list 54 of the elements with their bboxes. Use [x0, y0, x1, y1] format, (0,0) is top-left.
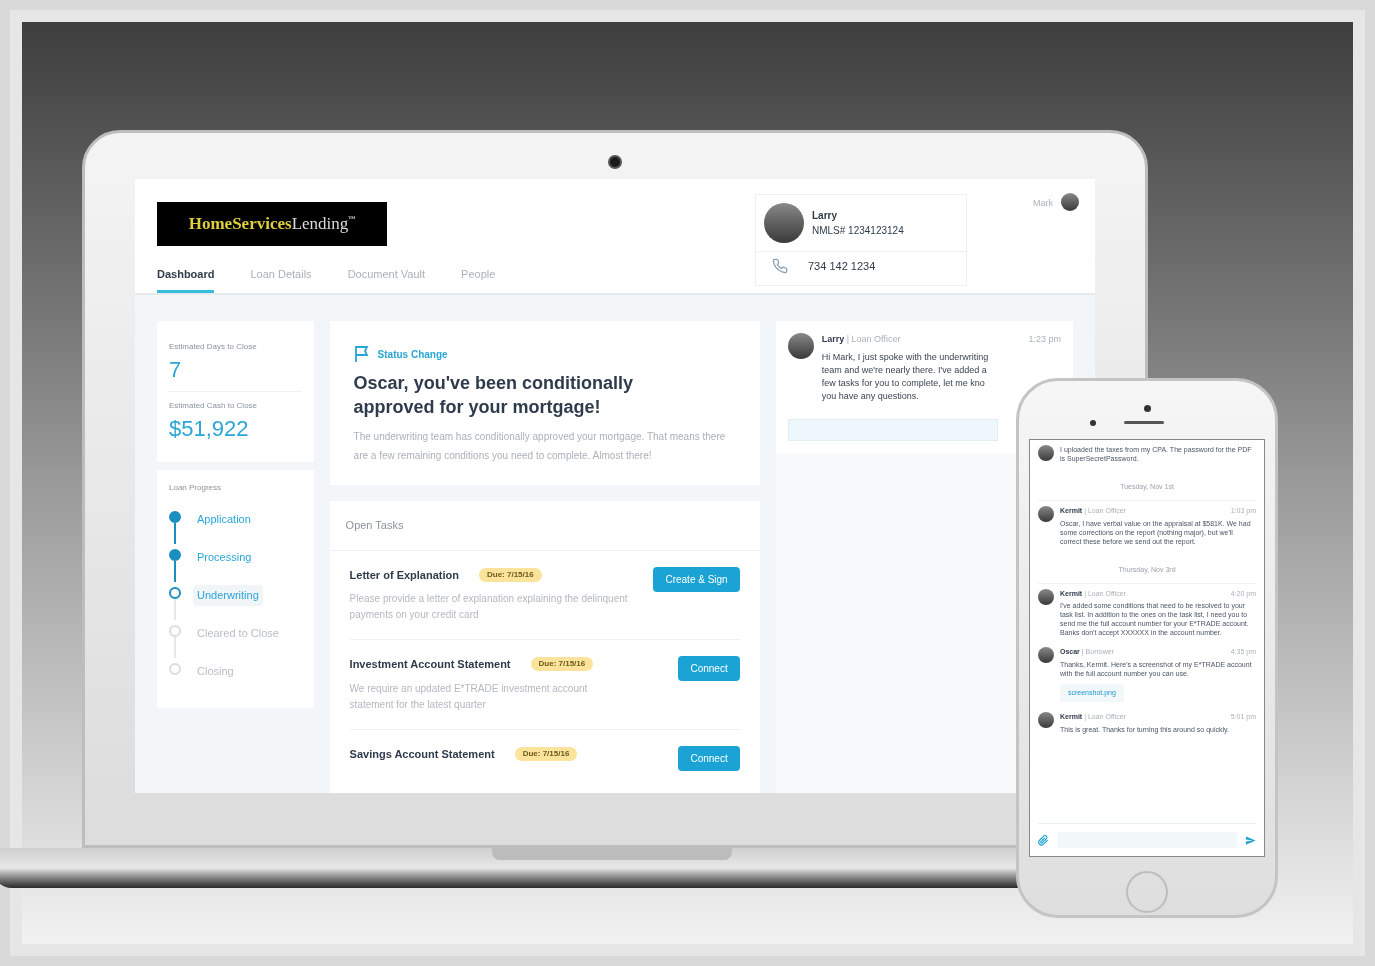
nav-tab[interactable]: People — [461, 265, 496, 293]
flag-icon — [353, 345, 370, 363]
task-title: Savings Account Statement — [349, 746, 495, 762]
home-button[interactable] — [1126, 871, 1168, 913]
avatar — [1038, 712, 1054, 728]
phone-icon — [772, 258, 788, 275]
task-title: Letter of Explanation — [349, 567, 459, 583]
phone-camera-icon — [1143, 404, 1151, 412]
paperclip-icon[interactable] — [1038, 834, 1049, 846]
message-text: Hi Mark, I just spoke with the underwriting team and we're nearly there. I've added a few tasks for you to complete, let me kno you have any questions. — [821, 350, 990, 403]
phone-sensor-icon — [1090, 419, 1096, 426]
stat-label: Estimated Cash to Close — [169, 400, 259, 412]
nav-tab[interactable]: Dashboard — [157, 265, 215, 293]
status-tag: Status Change — [377, 346, 448, 362]
status-headline: Oscar, you've been conditionally approved for your mortgage! — [353, 372, 634, 419]
avatar — [1038, 506, 1054, 522]
chat-input-field[interactable] — [787, 418, 998, 441]
task-description: Please provide a letter of explanation explaining the delinquent payments on your credit card — [349, 592, 629, 622]
avatar — [1038, 588, 1054, 605]
status-body: The underwriting team has conditionally approved your mortgage. That means there are a few remaining conditions you need to complete. Almost there! — [353, 430, 727, 463]
sender-name: Larry | Loan Officer — [821, 333, 901, 346]
send-icon[interactable] — [1245, 834, 1256, 846]
progress-step-label: Processing — [196, 550, 253, 565]
phone-speaker-icon — [1124, 421, 1164, 424]
progress-step-label: Application — [196, 512, 252, 527]
stat-value: $51,922 — [169, 416, 250, 442]
progress-step-label: Cleared to Close — [196, 626, 280, 641]
progress-step-label: Closing — [196, 664, 235, 679]
nav-tab[interactable]: Loan Details — [250, 265, 312, 293]
progress-step-label: Underwriting — [193, 585, 263, 606]
camera-icon — [608, 155, 622, 169]
nmls-number: NMLS# 1234123124 — [812, 224, 904, 238]
avatar — [764, 203, 804, 243]
due-badge: Due: 7/15/16 — [530, 657, 594, 672]
stat-value: 7 — [169, 357, 183, 383]
task-description: We require an updated E*TRADE investment account statement for the latest quarter — [349, 681, 589, 712]
phone-number: 734 142 1234 — [808, 259, 876, 274]
avatar — [1038, 647, 1054, 663]
task-action-button[interactable]: Connect — [678, 656, 740, 681]
avatar — [787, 333, 814, 359]
task-title: Investment Account Statement — [349, 657, 511, 672]
user-avatar — [1061, 193, 1079, 211]
task-action-button[interactable]: Create & Sign — [653, 566, 740, 592]
progress-title: Loan Progress — [169, 482, 223, 494]
contact-name: Larry — [812, 209, 838, 223]
due-badge: Due: 7/15/16 — [514, 746, 578, 761]
task-action-button[interactable]: Connect — [678, 745, 740, 771]
tasks-title: Open Tasks — [329, 501, 760, 551]
user-name: Mark — [1033, 197, 1053, 210]
due-badge: Due: 7/15/16 — [479, 567, 542, 582]
nav-tab[interactable]: Document Vault — [347, 265, 426, 293]
message-time: 1:23 pm — [1028, 333, 1061, 346]
stat-label: Estimated Days to Close — [169, 341, 258, 353]
avatar — [1038, 445, 1054, 461]
